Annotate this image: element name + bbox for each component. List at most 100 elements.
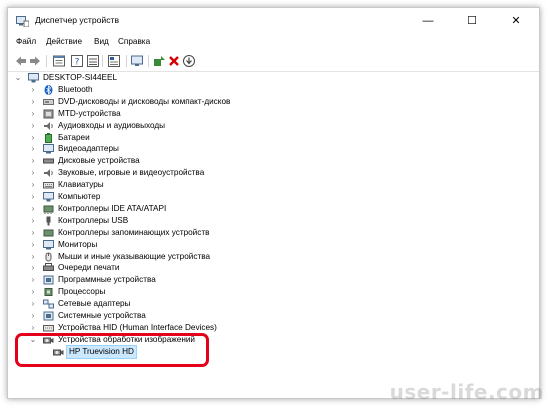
toolbar-separator [46,55,47,67]
category-label: Батареи [58,132,90,142]
disk-drive-icon [43,158,54,164]
update-driver-icon[interactable] [152,54,166,68]
category-label: Мониторы [58,239,98,249]
menu-file[interactable]: Файл [16,37,36,46]
toolbar-separator [102,55,103,67]
category-label: Bluetooth [58,84,93,94]
tree-category[interactable]: › Видеоадаптеры [29,143,329,155]
mtd-device-icon [43,109,54,119]
tree-category[interactable]: › Аудиовходы и аудиовыходы [29,120,329,132]
minimize-button[interactable]: — [406,8,450,34]
chevron-right-icon[interactable]: › [29,132,37,144]
forward-arrow-icon[interactable] [28,54,42,68]
download-icon[interactable] [182,54,196,68]
remove-device-icon[interactable] [167,54,181,68]
bluetooth-icon [44,84,53,95]
tree-category[interactable]: › MTD-устройства [29,108,329,120]
chevron-right-icon[interactable]: › [29,120,37,132]
device-manager-app-icon [16,16,29,27]
tree-category[interactable]: › Компьютер [29,191,329,203]
close-button[interactable]: ✕ [494,8,538,34]
help-icon[interactable]: ? [70,54,84,68]
toolbar-separator [126,55,127,67]
monitor-icon [43,239,54,250]
hid-device-icon [43,324,54,332]
chevron-right-icon[interactable]: › [29,274,37,286]
tree-category[interactable]: › Мыши и иные указывающие устройства [29,251,329,263]
category-label: Программные устройства [58,275,156,285]
chevron-right-icon[interactable]: › [29,227,37,239]
scan-icon[interactable] [107,54,121,68]
chevron-right-icon[interactable]: › [29,215,37,227]
chevron-right-icon[interactable]: › [29,251,37,263]
system-device-icon [43,311,54,321]
category-label: Контроллеры запоминающих устройств [58,227,210,237]
chevron-right-icon[interactable]: › [29,108,37,120]
processor-icon [44,288,53,297]
back-arrow-icon[interactable] [14,54,28,68]
category-label: Компьютер [58,192,101,201]
tree-category[interactable]: › Контроллеры IDE ATA/ATAPI [29,203,329,215]
category-label: Дисковые устройства [58,156,140,166]
highlight-annotation [15,333,209,367]
chevron-right-icon[interactable]: › [29,239,37,251]
toolbar-separator [148,55,149,67]
view-icon[interactable] [86,54,100,68]
tree-category[interactable]: › Клавиатуры [29,179,329,191]
title-bar: Диспетчер устройств — ☐ ✕ [8,8,539,34]
chevron-right-icon[interactable]: › [29,96,37,108]
chevron-right-icon[interactable]: › [29,143,37,155]
tree-category[interactable]: › Сетевые адаптеры [29,298,329,310]
monitor-icon[interactable] [130,54,144,68]
chevron-right-icon[interactable]: › [29,179,37,191]
properties-icon[interactable] [52,54,66,68]
menu-help[interactable]: Справка [118,37,150,46]
tree-category[interactable]: › Процессоры [29,286,329,298]
chevron-down-icon[interactable]: ⌄ [14,72,22,84]
watermark: user-life.com [389,380,544,404]
computer-name: DESKTOP-SI44EEL [43,73,118,82]
chevron-right-icon[interactable]: › [29,262,37,274]
tree-category[interactable]: › Контроллеры USB [29,215,329,227]
tree-category[interactable]: › Системные устройства [29,310,329,322]
tree-category[interactable]: › Батареи [29,132,329,144]
tree-root[interactable]: ⌄ DESKTOP-SI44EEL [14,72,214,84]
chevron-right-icon[interactable]: › [29,155,37,167]
dvd-drive-icon [43,98,54,105]
chevron-right-icon[interactable]: › [29,298,37,310]
tree-category[interactable]: › Дисковые устройства [29,155,329,167]
storage-controller-icon [43,229,54,237]
category-label: MTD-устройства [58,108,121,118]
usb-icon [46,216,51,226]
sound-video-icon [44,169,53,178]
category-label: Клавиатуры [58,180,104,190]
tree-category[interactable]: › DVD-дисководы и дисководы компакт-диск… [29,96,329,108]
chevron-right-icon[interactable]: › [29,84,37,96]
tree-category[interactable]: › Программные устройства [29,274,329,286]
maximize-button[interactable]: ☐ [450,8,494,34]
window-title: Диспетчер устройств [35,15,120,25]
svg-text:?: ? [75,58,80,68]
category-label: Контроллеры USB [58,215,129,225]
tree-category[interactable]: › Мониторы [29,239,329,251]
category-label: Очереди печати [58,263,120,273]
category-label: Видеоадаптеры [58,144,119,154]
category-label: Мыши и иные указывающие устройства [58,251,211,261]
tree-category[interactable]: › Очереди печати [29,262,329,274]
category-label: DVD-дисководы и дисководы компакт-дисков [58,96,231,106]
chevron-right-icon[interactable]: › [29,191,37,203]
menu-view[interactable]: Вид [94,37,109,46]
tree-category[interactable]: › Bluetooth [29,84,329,96]
tree-category[interactable]: › Звуковые, игровые и видеоустройства [29,167,329,179]
chevron-right-icon[interactable]: › [29,167,37,179]
tree-category[interactable]: › Контроллеры запоминающих устройств [29,227,329,239]
toolbar: ? [8,51,539,72]
menu-action[interactable]: Действие [46,37,82,46]
category-label: Системные устройства [58,311,146,320]
audio-io-icon [44,121,53,130]
chevron-right-icon[interactable]: › [29,203,37,215]
chevron-right-icon[interactable]: › [29,310,37,322]
chevron-right-icon[interactable]: › [29,286,37,298]
category-label: Процессоры [58,287,106,297]
category-label: Контроллеры IDE ATA/ATAPI [58,203,167,213]
